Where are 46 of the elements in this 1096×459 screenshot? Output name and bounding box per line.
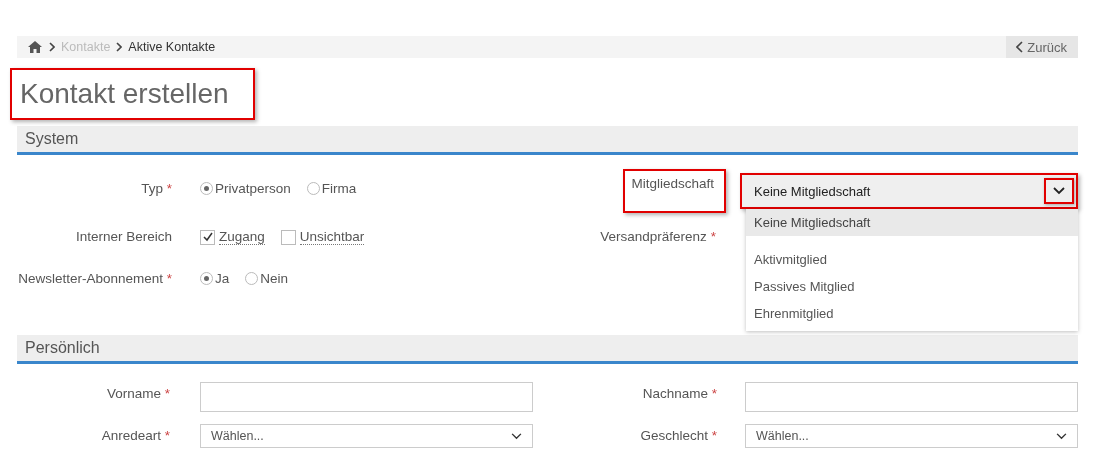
dropdown-option[interactable]: Ehrenmitglied [746, 300, 1078, 327]
required-mark: * [711, 428, 717, 443]
option-label: Privatperson [215, 181, 291, 196]
checkbox[interactable] [280, 229, 296, 245]
select-field[interactable]: Wählen... [745, 424, 1078, 448]
chevron-down-icon [1053, 187, 1065, 195]
field-label: Nachname [642, 386, 708, 401]
home-icon[interactable] [28, 41, 42, 53]
field-label: Versandpräferenz [600, 229, 707, 244]
section-title: System [25, 130, 79, 148]
field-label: Interner Bereich [75, 229, 172, 244]
required-mark: * [164, 428, 170, 443]
dropdown-option[interactable]: Aktivmitglied [746, 246, 1078, 273]
page-title: Kontakt erstellen [10, 68, 255, 120]
text-field[interactable] [200, 382, 533, 412]
option-label: Zugang [219, 229, 265, 245]
required-mark: * [164, 386, 170, 401]
back-button[interactable]: Zurück [1006, 36, 1078, 58]
field-label: Geschlecht [640, 428, 708, 443]
chevron-down-icon [1056, 432, 1067, 440]
option-label: Firma [321, 181, 357, 196]
dropdown-toggle[interactable] [1044, 178, 1074, 204]
chevron-down-icon [511, 432, 522, 440]
section-title: Persönlich [25, 339, 100, 357]
dropdown-option[interactable]: Keine Mitgliedschaft [746, 209, 1078, 236]
field-label: Vorname [106, 386, 161, 401]
chevron-right-icon [49, 42, 55, 52]
required-mark: * [711, 386, 717, 401]
chevron-left-icon [1016, 41, 1024, 53]
option-label: Nein [260, 271, 289, 286]
checkbox[interactable] [200, 229, 215, 245]
dropdown-option[interactable]: Passives Mitglied [746, 273, 1078, 300]
text-field[interactable] [745, 382, 1078, 412]
chevron-right-icon [116, 42, 123, 52]
field-label: Mitgliedschaft [623, 169, 726, 213]
required-mark: * [710, 229, 716, 244]
required-mark: * [166, 181, 172, 196]
field-label: Typ [141, 181, 163, 196]
required-mark: * [166, 271, 172, 286]
select-field[interactable]: Wählen... [200, 424, 533, 448]
option-label: Ja [215, 271, 230, 286]
option-label: Unsichtbar [299, 229, 365, 245]
breadcrumb-link[interactable]: Aktive Kontakte [128, 40, 216, 54]
membership-select[interactable]: Keine Mitgliedschaft [740, 173, 1078, 209]
field-label: Newsletter-Abonnement [18, 271, 163, 286]
field-label: Anredeart [101, 428, 161, 443]
